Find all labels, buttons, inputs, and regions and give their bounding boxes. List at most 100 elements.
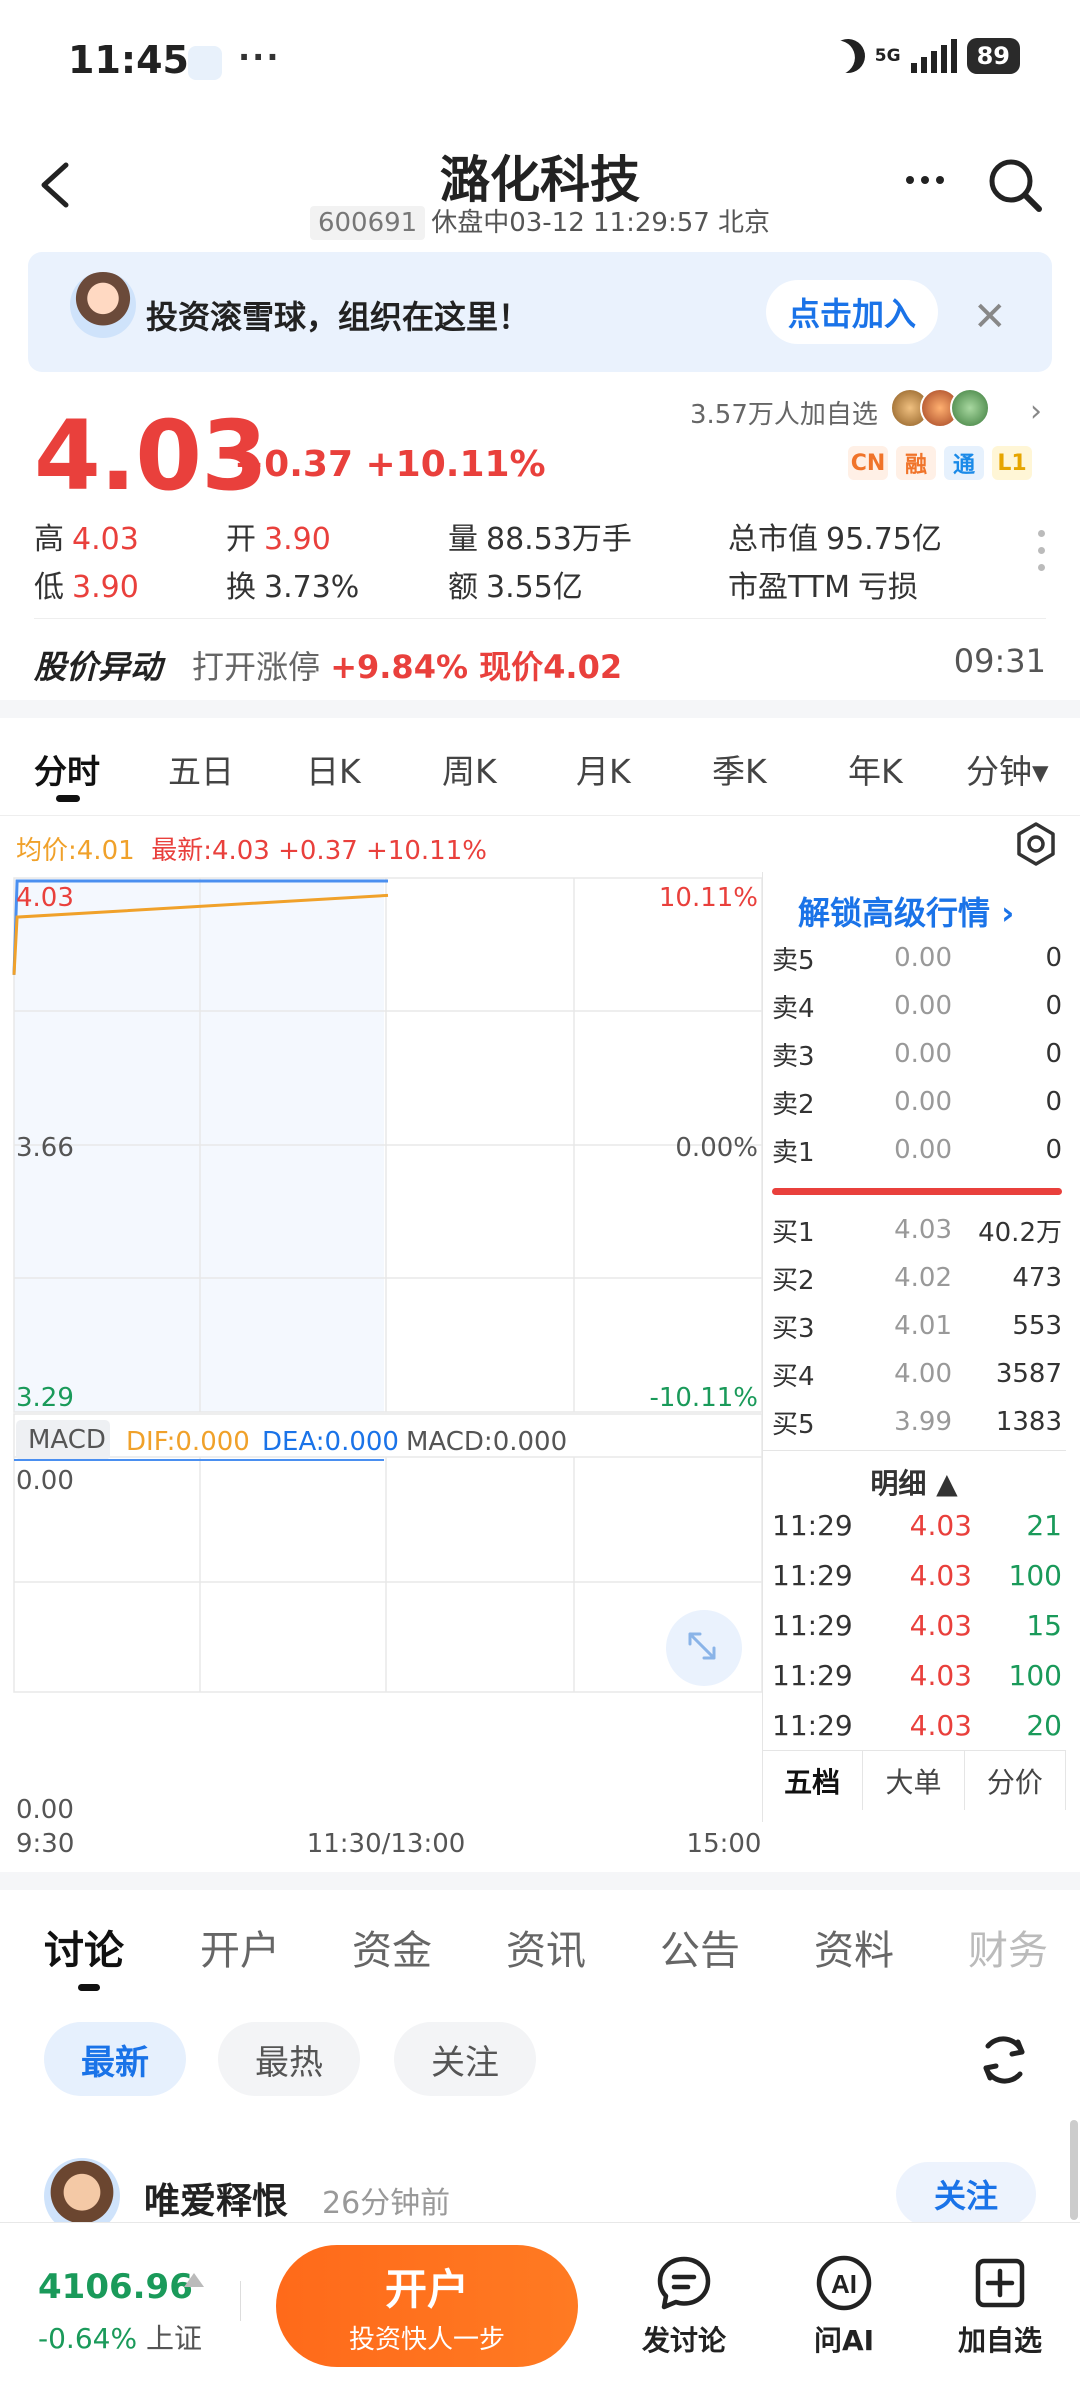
- open-account-title: 开户: [384, 2265, 469, 2314]
- bid-row[interactable]: 买2 4.02 473: [772, 1254, 1062, 1302]
- bid-label: 买2: [772, 1265, 815, 1296]
- index-change[interactable]: -0.64% 上证: [38, 2317, 202, 2357]
- close-icon[interactable]: ✕: [973, 294, 1007, 340]
- stat-value: 88.53万手: [486, 522, 632, 557]
- tab-open-account[interactable]: 开户: [200, 1918, 280, 1976]
- bid-row[interactable]: 买4 4.00 3587: [772, 1350, 1062, 1398]
- abnormal-text[interactable]: 打开涨停 +9.84% 现价4.02: [192, 642, 622, 688]
- bid-row[interactable]: 买5 3.99 1383: [772, 1398, 1062, 1446]
- join-button[interactable]: 点击加入: [766, 280, 938, 344]
- tab-funds[interactable]: 资金: [352, 1918, 432, 1976]
- settings-icon[interactable]: [1012, 820, 1060, 868]
- bid-price: 4.03: [894, 1215, 952, 1245]
- stat-pe-ttm: 市盈TTM 亏损: [728, 562, 918, 606]
- bid-qty: 3587: [995, 1359, 1062, 1389]
- x-tick-midday: 11:30/13:00: [307, 1829, 466, 1859]
- tab-price-distribution[interactable]: 分价: [965, 1751, 1066, 1810]
- ask-label: 卖1: [772, 1137, 815, 1168]
- unlock-advanced-quotes[interactable]: 解锁高级行情 ›: [798, 888, 1014, 934]
- ask-row[interactable]: 卖5 0.00 0: [772, 934, 1062, 982]
- ask-row[interactable]: 卖4 0.00 0: [772, 982, 1062, 1030]
- community-banner[interactable]: 投资滚雪球，组织在这里！ 点击加入 ✕: [28, 252, 1052, 372]
- trade-price: 4.03: [909, 1708, 972, 1742]
- ai-icon: AI: [816, 2255, 872, 2311]
- filter-latest[interactable]: 最新: [44, 2022, 186, 2096]
- stat-value: 亏损: [858, 570, 919, 605]
- ask-qty: 0: [1045, 1039, 1062, 1069]
- last-price: 最新:4.03 +0.37 +10.11%: [151, 836, 487, 866]
- ask-ai-button[interactable]: AI 问AI: [774, 2251, 914, 2359]
- stock-tags: CN 融 通 L1: [848, 446, 1032, 480]
- stat-label: 市盈TTM: [728, 570, 851, 605]
- bid-label: 买1: [772, 1217, 815, 1248]
- tab-year-k[interactable]: 年K: [848, 745, 903, 793]
- open-account-button[interactable]: 开户 投资快人一步: [276, 2245, 578, 2367]
- x-tick-close: 15:00: [687, 1829, 762, 1859]
- ask-label: 卖3: [772, 1041, 815, 1072]
- arrow-up-icon: [184, 2273, 204, 2287]
- stat-label: 开: [226, 522, 256, 557]
- ask-qty: 0: [1045, 1135, 1062, 1165]
- expand-icon[interactable]: [666, 1610, 742, 1686]
- order-book: 解锁高级行情 › 卖5 0.00 0 卖4 0.00 0 卖3 0.00 0 卖2 0.00 0…: [762, 872, 1066, 1822]
- tab-profile[interactable]: 资料: [814, 1918, 894, 1976]
- follower-avatars[interactable]: [890, 388, 990, 428]
- followers-count[interactable]: 3.57万人加自选: [690, 394, 878, 431]
- tab-minute-dropdown[interactable]: 分钟▾: [966, 745, 1049, 793]
- filter-hot[interactable]: 最热: [218, 2022, 360, 2096]
- ask-price: 0.00: [894, 991, 952, 1021]
- bid-ask-ratio-bar: [772, 1188, 1062, 1195]
- tab-financials[interactable]: 财务: [968, 1918, 1048, 1976]
- macd-top: 0.00: [16, 1466, 74, 1496]
- tab-week-k[interactable]: 周K: [442, 745, 497, 793]
- stat-turnover: 换 3.73%: [226, 562, 359, 606]
- tag-connect[interactable]: 通: [944, 446, 984, 480]
- trade-detail-title[interactable]: 明细 ▲: [762, 1462, 1066, 1502]
- tab-season-k[interactable]: 季K: [712, 745, 767, 793]
- tab-month-k[interactable]: 月K: [576, 745, 631, 793]
- macd-dea: DEA:0.000: [262, 1427, 399, 1457]
- add-watchlist-label: 加自选: [957, 2324, 1042, 2357]
- macd-value: MACD:0.000: [406, 1427, 567, 1457]
- filter-following[interactable]: 关注: [394, 2022, 536, 2096]
- ask-row[interactable]: 卖3 0.00 0: [772, 1030, 1062, 1078]
- add-watchlist-button[interactable]: 加自选: [930, 2251, 1070, 2359]
- stat-label: 额: [448, 570, 478, 605]
- bid-qty: 473: [1012, 1263, 1062, 1293]
- bid-row[interactable]: 买3 4.01 553: [772, 1302, 1062, 1350]
- post-discussion-button[interactable]: 发讨论: [614, 2251, 754, 2359]
- tab-news[interactable]: 资讯: [506, 1918, 586, 1976]
- tag-cn[interactable]: CN: [848, 446, 888, 480]
- tab-five-day[interactable]: 五日: [168, 745, 234, 793]
- tab-intraday[interactable]: 分时: [34, 745, 100, 793]
- refresh-icon[interactable]: [974, 2030, 1034, 2090]
- tab-announcements[interactable]: 公告: [660, 1918, 740, 1976]
- search-icon[interactable]: [985, 155, 1045, 215]
- tab-big-orders[interactable]: 大单: [863, 1751, 965, 1810]
- more-icon[interactable]: [900, 160, 950, 200]
- more-stats-icon[interactable]: [1038, 530, 1046, 581]
- post-time: 26分钟前: [322, 2186, 451, 2221]
- tag-level1[interactable]: L1: [992, 446, 1032, 480]
- bid-price: 4.01: [894, 1311, 952, 1341]
- chevron-right-icon[interactable]: ›: [1030, 394, 1042, 429]
- ask-qty: 0: [1045, 1087, 1062, 1117]
- ask-row[interactable]: 卖1 0.00 0: [772, 1126, 1062, 1174]
- tab-five-levels[interactable]: 五档: [762, 1751, 864, 1810]
- tab-day-k[interactable]: 日K: [306, 745, 361, 793]
- status-right: 5G 89: [831, 38, 1020, 74]
- network-label: 5G: [874, 45, 901, 66]
- scrollbar[interactable]: [1070, 2120, 1078, 2220]
- stat-label: 总市值: [728, 522, 818, 557]
- macd-tag[interactable]: MACD: [28, 1425, 106, 1455]
- intraday-chart[interactable]: 4.03 3.66 3.29 10.11% 0.00% -10.11% MACD…: [0, 872, 762, 1872]
- stat-value: 3.73%: [264, 570, 360, 605]
- index-value[interactable]: 4106.96: [38, 2267, 193, 2307]
- ask-row[interactable]: 卖2 0.00 0: [772, 1078, 1062, 1126]
- stat-volume: 量 88.53万手: [448, 514, 632, 558]
- tag-margin[interactable]: 融: [896, 446, 936, 480]
- tab-discussion[interactable]: 讨论: [44, 1918, 124, 1976]
- follow-button[interactable]: 关注: [896, 2162, 1036, 2226]
- post-username[interactable]: 唯爱释恨: [144, 2172, 288, 2224]
- bid-row[interactable]: 买1 4.03 40.2万: [772, 1206, 1062, 1254]
